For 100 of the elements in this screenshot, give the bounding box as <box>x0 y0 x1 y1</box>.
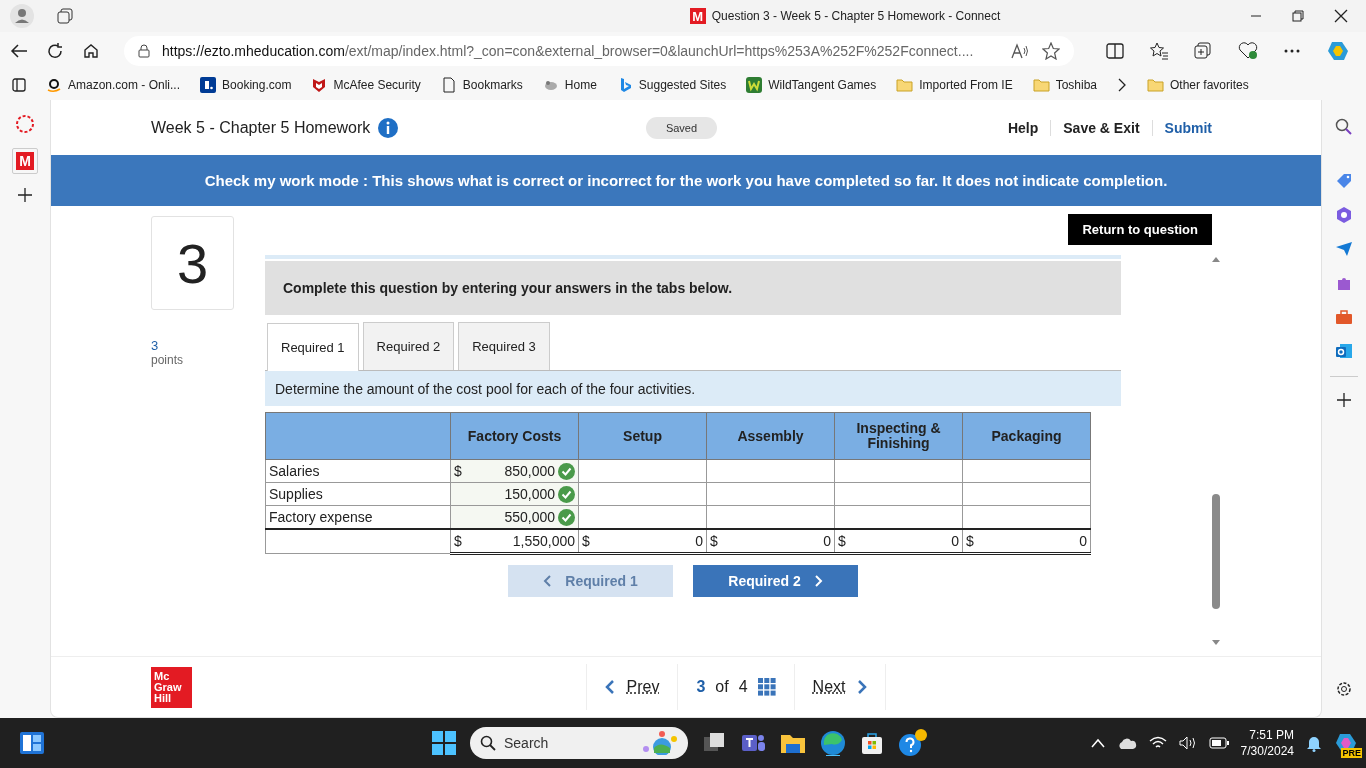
battery-icon[interactable] <box>1208 737 1229 749</box>
outlook-icon[interactable] <box>1335 342 1353 360</box>
health-icon[interactable] <box>1238 42 1258 60</box>
folder-icon <box>896 78 914 92</box>
assignment-title: Week 5 - Chapter 5 Homework <box>151 118 371 137</box>
favorite-link[interactable]: Bookmarks <box>440 77 523 93</box>
favorite-link[interactable]: Imported From IE <box>896 78 1013 92</box>
send-icon[interactable] <box>1335 240 1353 258</box>
page-icon <box>440 77 457 93</box>
header-link[interactable]: Submit <box>1151 119 1212 136</box>
hexagon-icon[interactable] <box>1335 206 1353 224</box>
of-label: of <box>715 678 729 696</box>
search-field[interactable]: Search <box>470 727 688 759</box>
profile-icon[interactable] <box>10 4 34 28</box>
volume-icon[interactable] <box>1178 736 1197 750</box>
row-label: Supplies <box>265 482 451 506</box>
refresh-icon[interactable] <box>46 42 64 60</box>
column-header: Packaging <box>962 412 1091 460</box>
next-button[interactable]: Required 2 <box>693 565 858 597</box>
more-icon[interactable] <box>1284 49 1300 53</box>
amount: 0 <box>1078 533 1087 549</box>
currency-sign: $ <box>582 533 590 549</box>
points-label: points <box>151 353 185 367</box>
restore-icon[interactable] <box>1292 10 1304 22</box>
amount: 850,000 <box>503 463 555 479</box>
url-text: https://ezto.mheducation.com/ext/map/index.html?_con=con&external_browser=0&launchUrl=https%253A%252F%252Fconnect.... <box>162 43 975 59</box>
close-icon[interactable] <box>1334 9 1348 23</box>
column-header: Setup <box>578 412 707 460</box>
tab-favicon[interactable]: M <box>12 148 38 174</box>
scroll-down-icon[interactable] <box>1211 639 1221 647</box>
favorites-icon[interactable] <box>1150 42 1168 60</box>
row-label: Salaries <box>265 459 451 483</box>
question-prompt: Complete this question by entering your answers in the tabs below. <box>265 261 1121 315</box>
tab[interactable]: Required 3 <box>458 322 550 370</box>
tab[interactable]: Required 2 <box>362 322 455 370</box>
add-icon[interactable] <box>1337 393 1351 407</box>
favorite-link[interactable]: Amazon.com - Onli... <box>46 77 181 93</box>
read-aloud-icon[interactable] <box>1010 43 1030 59</box>
scrollbar-thumb[interactable] <box>1212 493 1220 609</box>
address-bar[interactable]: https://ezto.mheducation.com/ext/map/index.html?_con=con&external_browser=0&launchUrl=https%253A%252F%252Fconnect.... <box>124 36 1074 66</box>
amount: 0 <box>694 533 703 549</box>
new-tab-icon[interactable] <box>18 188 32 202</box>
next-link[interactable]: Next <box>812 678 868 696</box>
favorite-link[interactable]: WildTangent Games <box>746 77 877 93</box>
scroll-up-icon[interactable] <box>1211 255 1221 263</box>
browser-icon[interactable] <box>820 730 846 756</box>
header-link[interactable]: Help <box>995 119 1051 136</box>
tab[interactable]: Required 1 <box>267 323 359 371</box>
amazon-icon <box>46 77 62 93</box>
prev-link[interactable]: Prev <box>604 678 660 696</box>
collections-icon[interactable] <box>1194 42 1212 60</box>
favorite-link[interactable]: Booking.com <box>200 77 292 93</box>
split-screen-icon[interactable] <box>1106 42 1124 60</box>
points-value: 3 <box>151 338 160 353</box>
settings-icon[interactable] <box>1335 680 1353 698</box>
window-title: Question 3 - Week 5 - Chapter 5 Homework - Connect <box>711 9 1001 23</box>
amount: 150,000 <box>503 486 555 502</box>
amount: 550,000 <box>503 509 555 525</box>
chevron-up-icon[interactable] <box>1090 738 1105 748</box>
toolbox-icon[interactable] <box>1335 308 1353 326</box>
tab-actions-icon[interactable] <box>12 78 26 92</box>
tab-favicon: M <box>689 8 706 24</box>
favorite-link[interactable]: Home <box>542 77 597 93</box>
tabs-icon[interactable] <box>56 7 74 25</box>
return-button[interactable]: Return to question <box>1068 214 1212 245</box>
home-icon[interactable] <box>82 42 100 60</box>
favorite-link[interactable]: Suggested Sites <box>616 77 727 93</box>
favorite-link[interactable]: Toshiba <box>1032 78 1097 92</box>
publisher-logo: Mc Graw Hill <box>151 666 192 708</box>
header-link[interactable]: Save & Exit <box>1050 119 1152 136</box>
search-icon[interactable] <box>1335 118 1353 136</box>
favorite-link[interactable]: Other favorites <box>1147 78 1249 92</box>
cloud-icon[interactable] <box>1116 736 1137 750</box>
tag-icon[interactable] <box>1335 172 1353 190</box>
chevron-right-icon[interactable] <box>1117 78 1127 92</box>
currency-sign: $ <box>838 533 846 549</box>
widgets-icon[interactable] <box>20 732 44 754</box>
help-icon[interactable] <box>898 729 928 757</box>
search-icon <box>480 735 496 751</box>
back-icon[interactable] <box>10 42 28 60</box>
favorite-link[interactable]: McAfee Security <box>311 77 421 93</box>
wifi-icon[interactable] <box>1148 736 1167 750</box>
grid-icon[interactable] <box>757 678 776 696</box>
star-icon[interactable] <box>1042 42 1060 60</box>
store-icon[interactable] <box>860 731 884 755</box>
column-header: Assembly <box>706 412 835 460</box>
current-question: 3 <box>696 678 706 696</box>
chevron-right-icon <box>814 575 823 587</box>
instruction-text: Determine the amount of the cost pool for each of the four activities. <box>265 370 1121 406</box>
chevron-right-icon <box>857 679 868 695</box>
start-icon[interactable] <box>432 731 456 755</box>
check-icon <box>558 508 575 526</box>
currency-sign: $ <box>454 463 462 479</box>
amount: 0 <box>822 533 831 549</box>
game-icon <box>746 77 763 93</box>
loading-icon[interactable] <box>15 114 35 134</box>
info-icon[interactable] <box>378 117 399 138</box>
folder-icon[interactable] <box>780 732 806 754</box>
clock[interactable]: 7:51 PM 7/30/2024 <box>1240 727 1294 759</box>
bell-icon[interactable] <box>1306 734 1322 752</box>
